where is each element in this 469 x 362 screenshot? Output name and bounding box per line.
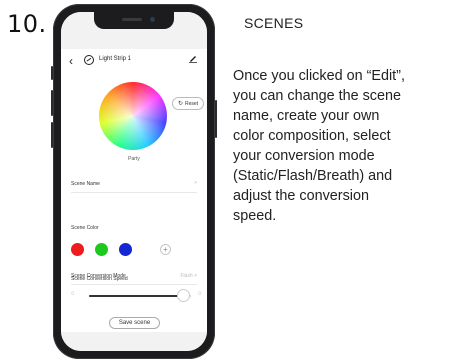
conversion-speed-label: Scene Conversion Speed (71, 276, 128, 282)
instruction-line: you can change the scene (233, 88, 402, 104)
color-wheel[interactable] (99, 82, 167, 150)
divider (71, 284, 197, 285)
instruction-line: Once you clicked on “Edit”, (233, 68, 405, 84)
instruction-line: color composition, select (233, 128, 391, 144)
save-scene-button[interactable]: Save scene (109, 317, 160, 329)
phone-screen: ‹ Light Strip 1 ↻ Reset Party Scene Name… (61, 12, 207, 351)
front-camera (150, 17, 155, 22)
app-header: ‹ Light Strip 1 (61, 49, 207, 75)
light-strip-icon (84, 55, 94, 65)
instruction-line: your conversion mode (233, 148, 375, 164)
color-swatch-green[interactable] (95, 243, 108, 256)
chevron-right-icon[interactable]: > (194, 180, 197, 186)
color-swatch-blue[interactable] (119, 243, 132, 256)
reset-icon: ↻ (177, 101, 183, 107)
phone-notch (94, 12, 174, 29)
instruction-line: speed. (233, 208, 277, 224)
fast-speed-icon: ◌ (198, 291, 202, 297)
conversion-mode-value[interactable]: Flash > (180, 273, 197, 279)
device-title: Light Strip 1 (99, 56, 132, 62)
instruction-line: adjust the conversion (233, 188, 369, 204)
instruction-line: (Static/Flash/Breath) and (233, 168, 393, 184)
scene-name-label[interactable]: Scene Name (71, 181, 100, 187)
divider (71, 192, 197, 193)
slow-speed-icon: ◌ (71, 291, 75, 297)
step-number: 10. (7, 10, 47, 38)
speed-slider-fill (89, 295, 184, 297)
scene-label: Party (128, 156, 140, 162)
scene-color-label: Scene Color (71, 225, 99, 231)
back-icon[interactable]: ‹ (69, 54, 73, 68)
color-swatch-red[interactable] (71, 243, 84, 256)
pencil-icon[interactable] (188, 53, 198, 66)
speed-slider-thumb[interactable] (177, 289, 191, 302)
add-color-button[interactable]: + (160, 244, 171, 255)
reset-label: Reset (184, 100, 199, 107)
reset-button[interactable]: ↻ Reset (172, 97, 204, 110)
speed-slider-track[interactable] (89, 295, 191, 297)
section-heading: SCENES (244, 15, 304, 31)
instruction-line: name, create your own (233, 108, 380, 124)
speaker-grille (122, 18, 142, 21)
phone-mockup: ‹ Light Strip 1 ↻ Reset Party Scene Name… (51, 4, 217, 359)
instruction-text: Once you clicked on “Edit”, you can chan… (233, 66, 469, 226)
bottom-bar (61, 332, 207, 351)
